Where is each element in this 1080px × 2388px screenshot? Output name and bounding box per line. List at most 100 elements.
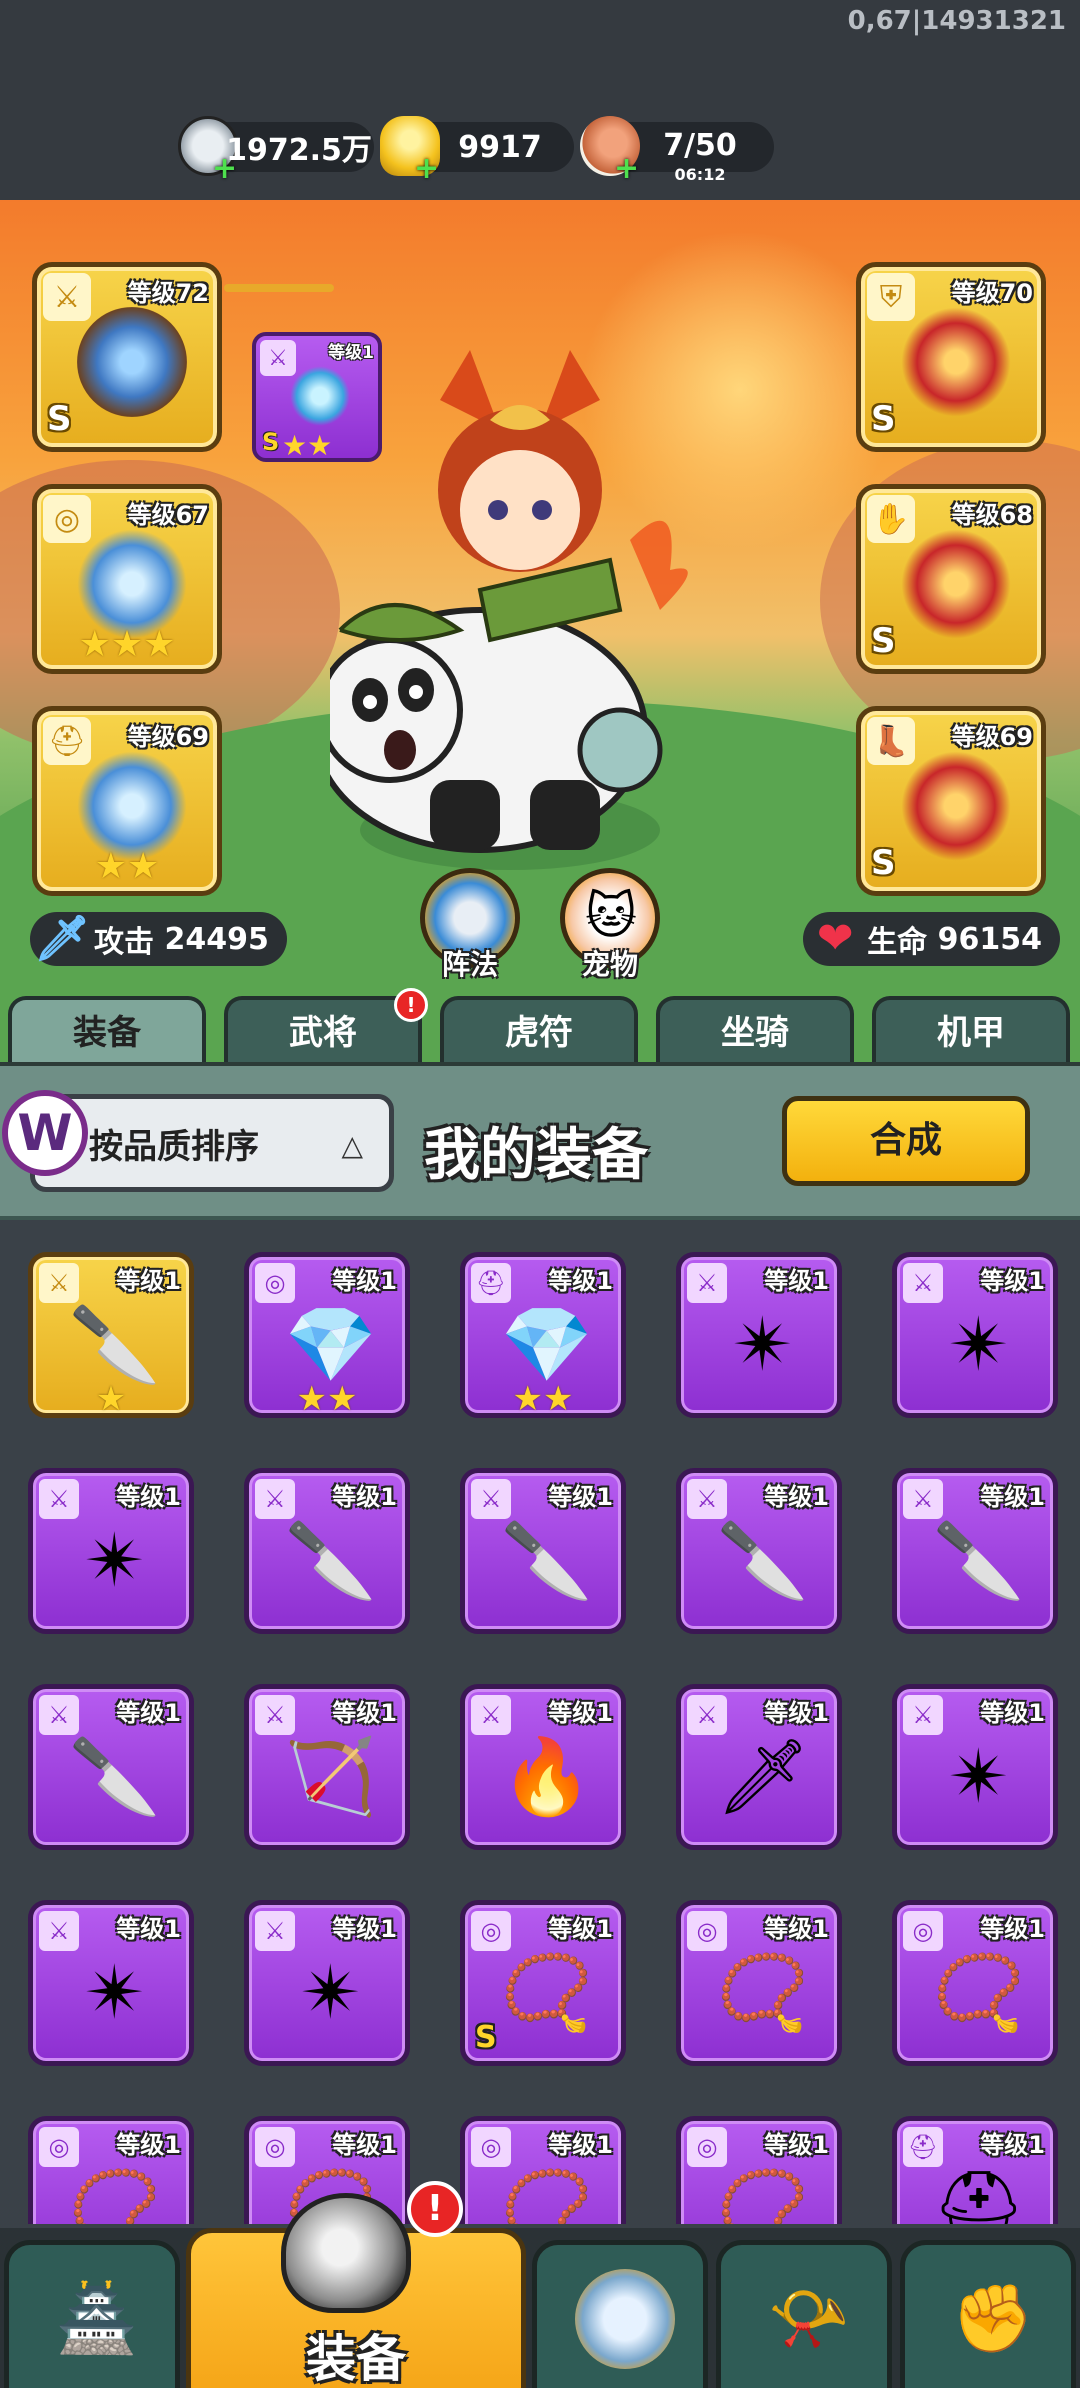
tab-mecha[interactable]: 机甲	[872, 996, 1070, 1066]
inventory-item[interactable]: ⚔ 等级1 🔪	[244, 1468, 410, 1634]
cat-icon: 🐱	[585, 887, 638, 945]
gold-resource[interactable]: 9917 +	[380, 116, 574, 186]
inventory-item[interactable]: ⚔ 等级1 🔪	[460, 1468, 626, 1634]
inventory-item[interactable]: ◎等级1📿	[28, 2116, 194, 2224]
tab-mount[interactable]: 坐骑	[656, 996, 854, 1066]
scimitar-icon: 🔪	[68, 1733, 162, 1820]
inventory-item[interactable]: ⚔ 等级1 🗡	[676, 1684, 842, 1850]
medal-icon: ◎	[43, 495, 91, 543]
item-level: 等级1	[332, 1267, 397, 1295]
equip-slot-boots[interactable]: 👢 等级69 S	[856, 706, 1046, 896]
inventory-item[interactable]: ⚔ 等级1 ✴	[892, 1252, 1058, 1418]
tab-equipment[interactable]: 装备	[8, 996, 206, 1066]
inventory-item[interactable]: ⚔ 等级1 ✴	[28, 1468, 194, 1634]
merge-button[interactable]: 合成	[782, 1096, 1030, 1186]
game-screen: 0,67|14931321 1972.5万 + 9917 + 7/50 06:1…	[0, 0, 1080, 2388]
item-level: 等级1	[764, 1915, 829, 1943]
inventory-item[interactable]: ⚔ 等级1 ✴	[244, 1900, 410, 2066]
nav-city[interactable]: 🏯	[4, 2240, 180, 2388]
scimitar-icon: 🔪	[716, 1517, 810, 1604]
pendant-icon: 📿	[68, 2165, 162, 2225]
item-level: 等级1	[116, 1699, 181, 1727]
equip-slot-necklace[interactable]: ◎ 等级67 ★★★	[32, 484, 222, 674]
pendant-icon: 📿	[932, 1949, 1026, 2036]
equip-slot-armor[interactable]: ⛨ 等级70 S	[856, 262, 1046, 452]
inventory-item[interactable]: ⚔ 等级1 🔪	[676, 1468, 842, 1634]
throwing-star-icon: ✴	[83, 1950, 146, 2036]
attack-sword-icon: 🗡	[34, 913, 90, 964]
pet-button[interactable]: 🐱 宠物	[560, 868, 660, 981]
jewel-necklace-icon: 📿	[500, 1949, 594, 2036]
item-level: 等级1	[764, 1699, 829, 1727]
item-level: 等级1	[548, 1915, 613, 1943]
inventory-item[interactable]: ⚔ 等级1 ✴	[28, 1900, 194, 2066]
gate-icon: 🏯	[55, 2280, 139, 2357]
helmet-icon: ⛑	[43, 717, 91, 765]
inventory-item[interactable]: ⚔ 等级1 ✴	[892, 1684, 1058, 1850]
silver-resource[interactable]: 1972.5万 +	[178, 116, 374, 186]
formation-button[interactable]: 阵法	[420, 868, 520, 981]
tab-tally[interactable]: 虎符	[440, 996, 638, 1066]
alert-badge: !	[394, 988, 428, 1022]
heart-icon: ❤	[816, 912, 854, 964]
panel-title: 我的装备	[424, 1123, 648, 1188]
alert-badge: !	[407, 2181, 463, 2237]
inventory-item[interactable]: ⚔ 等级1 🔪	[28, 1684, 194, 1850]
stamina-resource[interactable]: 7/50 06:12 +	[580, 116, 774, 186]
inventory-item[interactable]: ⚔ 等级1 🔥	[460, 1684, 626, 1850]
throwing-star-icon: ✴	[947, 1734, 1010, 1820]
inventory-item[interactable]: ◎等级1📿	[676, 2116, 842, 2224]
nav-shop[interactable]: 📯	[716, 2240, 892, 2388]
shield-icon	[575, 2269, 675, 2369]
item-level: 等级1	[548, 1699, 613, 1727]
red-boots-icon	[901, 751, 1011, 861]
item-level: 等级1	[980, 1483, 1045, 1511]
tab-generals[interactable]: 武将!	[224, 988, 428, 1066]
item-level: 等级1	[116, 1483, 181, 1511]
item-stars: ★★	[512, 1379, 574, 1419]
inventory-item[interactable]: ◎等级1📿	[460, 2116, 626, 2224]
inventory-item[interactable]: ⚔ 等级1 ✴	[676, 1252, 842, 1418]
shuriken-icon: ✴	[83, 1518, 146, 1604]
item-stars: ★	[95, 1379, 127, 1419]
nav-equipment[interactable]: 装备 !	[186, 2181, 526, 2388]
attack-stat: 🗡 攻击 24495	[30, 912, 287, 966]
hero-character[interactable]	[312, 310, 770, 910]
item-level: 等级1	[116, 2131, 181, 2159]
equip-slot-weapon[interactable]: ⚔ 等级72 S	[32, 262, 222, 452]
inventory-item[interactable]: ◎等级1📿	[676, 1900, 842, 2066]
plus-icon[interactable]: +	[614, 151, 639, 186]
inventory-grid: ⚔ 等级1 🔪 ★ ◎ 等级1 💎 ★★ ⛑ 等级1 💎 ★★ ⚔ 等级1 ✴ ⚔ 等级1 ✴ ⚔ 等级1 ✴ ⚔ 等级1 🔪…	[0, 1224, 1080, 2224]
inventory-item[interactable]: ⛑ 等级1 ⛑	[892, 2116, 1058, 2224]
nav-battle[interactable]	[532, 2240, 708, 2388]
equip-slot-helmet[interactable]: ⛑ 等级69 ★★	[32, 706, 222, 896]
knight-helmet-icon	[281, 2193, 411, 2313]
pendant-icon: 📿	[716, 2165, 810, 2225]
nav-upgrade[interactable]: ✊	[900, 2240, 1076, 2388]
plus-icon[interactable]: +	[212, 151, 237, 186]
hero-scene: ⚔ 等级72 S ◎ 等级67 ★★★ ⛑ 等级69 ★★ ⚔ 等级1 S ★★	[0, 200, 1080, 1070]
shuriken-icon: ✴	[731, 1302, 794, 1388]
inventory-item[interactable]: ⚔ 等级1 🏹	[244, 1684, 410, 1850]
red-gauntlet-icon	[901, 529, 1011, 639]
inventory-item[interactable]: ⛑ 等级1 💎 ★★	[460, 1252, 626, 1419]
inventory-item[interactable]: ◎等级1📿	[892, 1900, 1058, 2066]
inventory-item[interactable]: ◎ 等级1 📿 S	[460, 1900, 626, 2066]
inventory-header: 按品质排序 △ W 我的装备 合成	[0, 1062, 1080, 1220]
talisman-icon: 📿	[716, 1949, 810, 2036]
boot-icon: 👢	[867, 717, 915, 765]
glove-icon: ✋	[867, 495, 915, 543]
inventory-item[interactable]: ⚔ 等级1 🔪	[892, 1468, 1058, 1634]
inventory-item[interactable]: ⚔ 等级1 🔪 ★	[28, 1252, 194, 1419]
w-logo-icon: W	[2, 1090, 88, 1176]
item-level: 等级1	[764, 2131, 829, 2159]
item-level: 等级1	[764, 1267, 829, 1295]
item-level: 等级1	[764, 1483, 829, 1511]
item-level: 等级1	[980, 1915, 1045, 1943]
item-level: 等级1	[548, 1483, 613, 1511]
item-level: 等级1	[548, 1267, 613, 1295]
equip-slot-gloves[interactable]: ✋ 等级68 S	[856, 484, 1046, 674]
inventory-item[interactable]: ◎ 等级1 💎 ★★	[244, 1252, 410, 1419]
item-level: 等级1	[980, 1267, 1045, 1295]
plus-icon[interactable]: +	[414, 151, 439, 186]
